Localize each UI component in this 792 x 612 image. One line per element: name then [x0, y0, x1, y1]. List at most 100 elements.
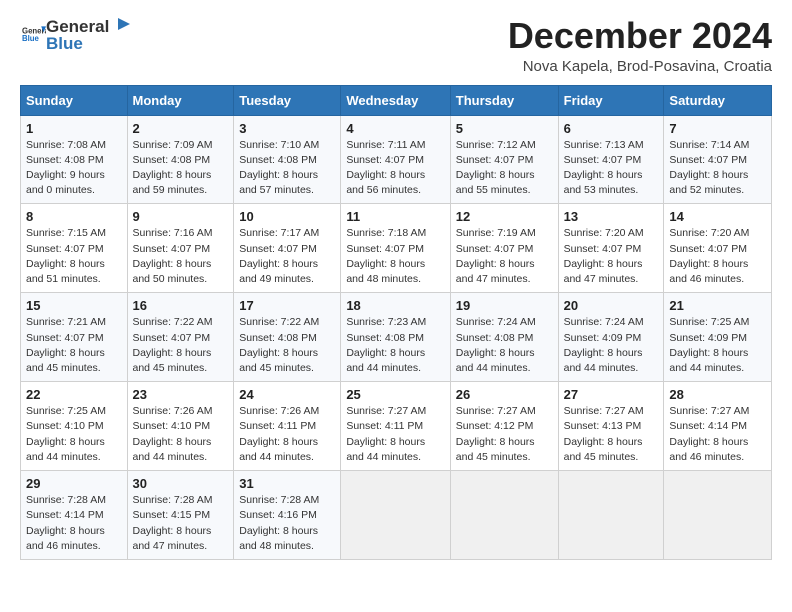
- day-info: Sunrise: 7:17 AMSunset: 4:07 PMDaylight:…: [239, 227, 319, 285]
- table-row: 10 Sunrise: 7:17 AMSunset: 4:07 PMDaylig…: [234, 204, 341, 293]
- day-number: 5: [456, 121, 553, 136]
- day-info: Sunrise: 7:28 AMSunset: 4:14 PMDaylight:…: [26, 494, 106, 552]
- day-number: 3: [239, 121, 335, 136]
- day-number: 22: [26, 387, 122, 402]
- day-number: 13: [564, 209, 659, 224]
- calendar-week-3: 15 Sunrise: 7:21 AMSunset: 4:07 PMDaylig…: [21, 293, 772, 382]
- table-row: 31 Sunrise: 7:28 AMSunset: 4:16 PMDaylig…: [234, 471, 341, 560]
- day-info: Sunrise: 7:27 AMSunset: 4:13 PMDaylight:…: [564, 405, 644, 463]
- calendar-header-row: Sunday Monday Tuesday Wednesday Thursday…: [21, 85, 772, 115]
- day-info: Sunrise: 7:13 AMSunset: 4:07 PMDaylight:…: [564, 139, 644, 197]
- day-info: Sunrise: 7:24 AMSunset: 4:09 PMDaylight:…: [564, 316, 644, 374]
- table-row: 21 Sunrise: 7:25 AMSunset: 4:09 PMDaylig…: [664, 293, 772, 382]
- day-number: 8: [26, 209, 122, 224]
- col-monday: Monday: [127, 85, 234, 115]
- table-row: 4 Sunrise: 7:11 AMSunset: 4:07 PMDayligh…: [341, 115, 450, 204]
- day-number: 4: [346, 121, 444, 136]
- day-info: Sunrise: 7:27 AMSunset: 4:12 PMDaylight:…: [456, 405, 536, 463]
- table-row: 24 Sunrise: 7:26 AMSunset: 4:11 PMDaylig…: [234, 382, 341, 471]
- day-number: 1: [26, 121, 122, 136]
- table-row: 16 Sunrise: 7:22 AMSunset: 4:07 PMDaylig…: [127, 293, 234, 382]
- day-info: Sunrise: 7:08 AMSunset: 4:08 PMDaylight:…: [26, 139, 106, 197]
- table-row: 13 Sunrise: 7:20 AMSunset: 4:07 PMDaylig…: [558, 204, 664, 293]
- subtitle: Nova Kapela, Brod-Posavina, Croatia: [508, 58, 772, 75]
- day-info: Sunrise: 7:25 AMSunset: 4:10 PMDaylight:…: [26, 405, 106, 463]
- day-info: Sunrise: 7:28 AMSunset: 4:16 PMDaylight:…: [239, 494, 319, 552]
- day-number: 30: [133, 476, 229, 491]
- day-info: Sunrise: 7:19 AMSunset: 4:07 PMDaylight:…: [456, 227, 536, 285]
- table-row: 30 Sunrise: 7:28 AMSunset: 4:15 PMDaylig…: [127, 471, 234, 560]
- table-row: 20 Sunrise: 7:24 AMSunset: 4:09 PMDaylig…: [558, 293, 664, 382]
- day-number: 18: [346, 298, 444, 313]
- day-info: Sunrise: 7:24 AMSunset: 4:08 PMDaylight:…: [456, 316, 536, 374]
- table-row: 29 Sunrise: 7:28 AMSunset: 4:14 PMDaylig…: [21, 471, 128, 560]
- table-row: 5 Sunrise: 7:12 AMSunset: 4:07 PMDayligh…: [450, 115, 558, 204]
- day-number: 15: [26, 298, 122, 313]
- day-info: Sunrise: 7:22 AMSunset: 4:08 PMDaylight:…: [239, 316, 319, 374]
- day-info: Sunrise: 7:21 AMSunset: 4:07 PMDaylight:…: [26, 316, 106, 374]
- table-row: [450, 471, 558, 560]
- table-row: 6 Sunrise: 7:13 AMSunset: 4:07 PMDayligh…: [558, 115, 664, 204]
- svg-text:Blue: Blue: [22, 33, 40, 42]
- day-info: Sunrise: 7:11 AMSunset: 4:07 PMDaylight:…: [346, 139, 425, 197]
- table-row: 18 Sunrise: 7:23 AMSunset: 4:08 PMDaylig…: [341, 293, 450, 382]
- table-row: 17 Sunrise: 7:22 AMSunset: 4:08 PMDaylig…: [234, 293, 341, 382]
- day-number: 11: [346, 209, 444, 224]
- day-number: 25: [346, 387, 444, 402]
- table-row: 11 Sunrise: 7:18 AMSunset: 4:07 PMDaylig…: [341, 204, 450, 293]
- day-number: 19: [456, 298, 553, 313]
- table-row: 28 Sunrise: 7:27 AMSunset: 4:14 PMDaylig…: [664, 382, 772, 471]
- day-number: 29: [26, 476, 122, 491]
- day-number: 23: [133, 387, 229, 402]
- day-info: Sunrise: 7:15 AMSunset: 4:07 PMDaylight:…: [26, 227, 106, 285]
- title-block: December 2024 Nova Kapela, Brod-Posavina…: [508, 16, 772, 75]
- table-row: 2 Sunrise: 7:09 AMSunset: 4:08 PMDayligh…: [127, 115, 234, 204]
- day-info: Sunrise: 7:26 AMSunset: 4:10 PMDaylight:…: [133, 405, 213, 463]
- col-saturday: Saturday: [664, 85, 772, 115]
- day-number: 24: [239, 387, 335, 402]
- table-row: 25 Sunrise: 7:27 AMSunset: 4:11 PMDaylig…: [341, 382, 450, 471]
- calendar-table: Sunday Monday Tuesday Wednesday Thursday…: [20, 85, 772, 560]
- table-row: 15 Sunrise: 7:21 AMSunset: 4:07 PMDaylig…: [21, 293, 128, 382]
- day-info: Sunrise: 7:14 AMSunset: 4:07 PMDaylight:…: [669, 139, 749, 197]
- day-info: Sunrise: 7:23 AMSunset: 4:08 PMDaylight:…: [346, 316, 426, 374]
- table-row: 1 Sunrise: 7:08 AMSunset: 4:08 PMDayligh…: [21, 115, 128, 204]
- table-row: 12 Sunrise: 7:19 AMSunset: 4:07 PMDaylig…: [450, 204, 558, 293]
- day-number: 16: [133, 298, 229, 313]
- table-row: 3 Sunrise: 7:10 AMSunset: 4:08 PMDayligh…: [234, 115, 341, 204]
- table-row: 23 Sunrise: 7:26 AMSunset: 4:10 PMDaylig…: [127, 382, 234, 471]
- day-info: Sunrise: 7:27 AMSunset: 4:11 PMDaylight:…: [346, 405, 426, 463]
- table-row: 26 Sunrise: 7:27 AMSunset: 4:12 PMDaylig…: [450, 382, 558, 471]
- day-info: Sunrise: 7:27 AMSunset: 4:14 PMDaylight:…: [669, 405, 749, 463]
- logo: General Blue General Blue: [20, 16, 133, 54]
- table-row: [341, 471, 450, 560]
- day-number: 9: [133, 209, 229, 224]
- calendar-week-2: 8 Sunrise: 7:15 AMSunset: 4:07 PMDayligh…: [21, 204, 772, 293]
- day-info: Sunrise: 7:18 AMSunset: 4:07 PMDaylight:…: [346, 227, 426, 285]
- calendar-week-5: 29 Sunrise: 7:28 AMSunset: 4:14 PMDaylig…: [21, 471, 772, 560]
- day-number: 14: [669, 209, 766, 224]
- table-row: 22 Sunrise: 7:25 AMSunset: 4:10 PMDaylig…: [21, 382, 128, 471]
- day-number: 21: [669, 298, 766, 313]
- day-number: 20: [564, 298, 659, 313]
- calendar-week-4: 22 Sunrise: 7:25 AMSunset: 4:10 PMDaylig…: [21, 382, 772, 471]
- table-row: 27 Sunrise: 7:27 AMSunset: 4:13 PMDaylig…: [558, 382, 664, 471]
- table-row: [664, 471, 772, 560]
- col-sunday: Sunday: [21, 85, 128, 115]
- day-number: 27: [564, 387, 659, 402]
- day-info: Sunrise: 7:12 AMSunset: 4:07 PMDaylight:…: [456, 139, 536, 197]
- table-row: 19 Sunrise: 7:24 AMSunset: 4:08 PMDaylig…: [450, 293, 558, 382]
- col-tuesday: Tuesday: [234, 85, 341, 115]
- table-row: [558, 471, 664, 560]
- day-number: 31: [239, 476, 335, 491]
- page-header: General Blue General Blue December 2024 …: [20, 16, 772, 75]
- day-info: Sunrise: 7:22 AMSunset: 4:07 PMDaylight:…: [133, 316, 213, 374]
- logo-flag-icon: [110, 16, 132, 38]
- main-title: December 2024: [508, 16, 772, 56]
- day-info: Sunrise: 7:20 AMSunset: 4:07 PMDaylight:…: [669, 227, 749, 285]
- day-number: 7: [669, 121, 766, 136]
- day-info: Sunrise: 7:10 AMSunset: 4:08 PMDaylight:…: [239, 139, 319, 197]
- table-row: 7 Sunrise: 7:14 AMSunset: 4:07 PMDayligh…: [664, 115, 772, 204]
- day-info: Sunrise: 7:20 AMSunset: 4:07 PMDaylight:…: [564, 227, 644, 285]
- day-info: Sunrise: 7:16 AMSunset: 4:07 PMDaylight:…: [133, 227, 213, 285]
